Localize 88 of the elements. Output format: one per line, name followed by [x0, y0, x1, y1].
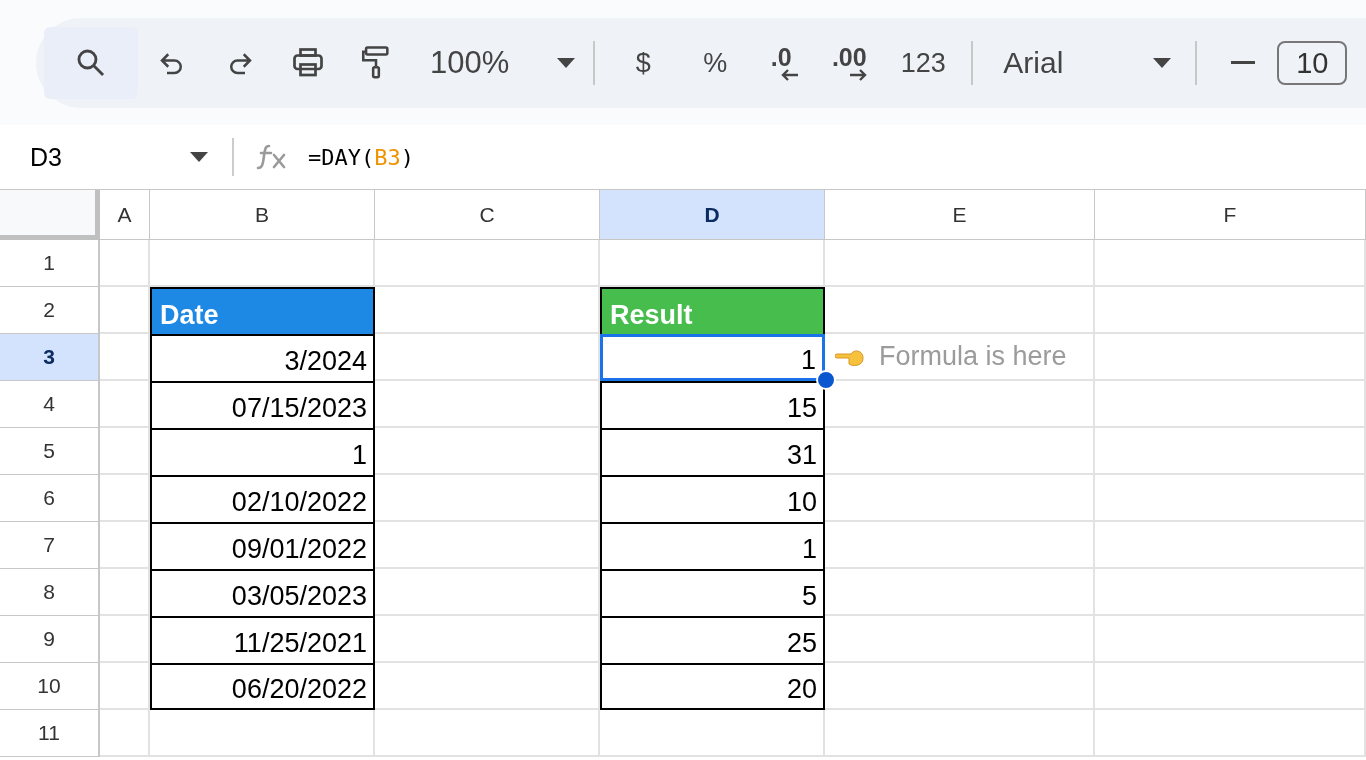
format-button[interactable]: %	[685, 33, 746, 93]
column-header[interactable]: C	[375, 190, 600, 240]
empty-cell[interactable]	[375, 710, 600, 757]
empty-cell[interactable]	[825, 616, 1095, 663]
table-cell[interactable]: 25	[600, 616, 825, 663]
table-cell[interactable]: 15	[600, 381, 825, 428]
empty-cell[interactable]	[1095, 381, 1366, 428]
empty-cell[interactable]	[375, 240, 600, 287]
table-cell[interactable]: 02/10/2022	[150, 475, 375, 522]
table-cell[interactable]: 5	[600, 569, 825, 616]
table-cell[interactable]: 06/20/2022	[150, 663, 375, 710]
empty-cell[interactable]	[600, 710, 825, 757]
empty-cell[interactable]	[1095, 334, 1366, 381]
empty-cell[interactable]	[1095, 522, 1366, 569]
empty-cell[interactable]	[375, 334, 600, 381]
left-arrow-icon	[780, 69, 801, 81]
empty-cell[interactable]	[375, 428, 600, 475]
empty-cell[interactable]	[375, 616, 600, 663]
empty-cell[interactable]	[1095, 240, 1366, 287]
row-header[interactable]: 8	[0, 569, 100, 616]
empty-cell[interactable]	[150, 710, 375, 757]
empty-cell[interactable]	[825, 475, 1095, 522]
empty-cell[interactable]	[1095, 428, 1366, 475]
empty-cell[interactable]	[825, 381, 1095, 428]
empty-cell[interactable]	[1095, 287, 1366, 334]
row-header[interactable]: 2	[0, 287, 100, 334]
font-dropdown[interactable]: Arial	[1003, 33, 1172, 93]
column-header[interactable]: D	[600, 190, 825, 240]
empty-cell[interactable]	[825, 569, 1095, 616]
row-header[interactable]: 4	[0, 381, 100, 428]
empty-cell[interactable]	[375, 522, 600, 569]
empty-cell[interactable]	[825, 522, 1095, 569]
table-cell[interactable]: 03/05/2023	[150, 569, 375, 616]
increase-decimal-button[interactable]: .00	[825, 33, 882, 93]
format-button[interactable]: 123	[893, 33, 954, 93]
empty-cell[interactable]	[825, 663, 1095, 710]
empty-cell[interactable]	[375, 475, 600, 522]
formula-field[interactable]: =DAY(B3)	[308, 144, 414, 170]
table-cell[interactable]: 09/01/2022	[150, 522, 375, 569]
table-cell[interactable]: 3/2024	[150, 334, 375, 381]
column-header[interactable]: E	[825, 190, 1095, 240]
table-cell[interactable]: 1	[150, 428, 375, 475]
row-header[interactable]: 11	[0, 710, 100, 757]
empty-cell[interactable]	[375, 381, 600, 428]
column-header[interactable]: F	[1095, 190, 1366, 240]
row-header[interactable]: 6	[0, 475, 100, 522]
empty-cell[interactable]	[375, 663, 600, 710]
column-header[interactable]: A	[100, 190, 150, 240]
row-header[interactable]: 3	[0, 334, 100, 381]
row-header[interactable]: 5	[0, 428, 100, 475]
table-cell[interactable]: 20	[600, 663, 825, 710]
table-cell[interactable]: 07/15/2023	[150, 381, 375, 428]
note-text: Formula is here	[879, 341, 1067, 372]
empty-cell[interactable]	[1095, 616, 1366, 663]
fill-handle[interactable]	[816, 370, 836, 390]
font-size-field[interactable]: 10	[1277, 41, 1348, 85]
table-cell[interactable]: 11/25/2021	[150, 616, 375, 663]
caret-icon	[190, 152, 208, 162]
row-header[interactable]: 10	[0, 663, 100, 710]
row-header[interactable]: 7	[0, 522, 100, 569]
function-icon	[256, 143, 288, 171]
zoom-dropdown[interactable]: 100%	[430, 33, 576, 93]
empty-cell[interactable]	[825, 428, 1095, 475]
table-header-cell: Result	[600, 287, 825, 334]
row-header[interactable]: 1	[0, 240, 100, 287]
table-header-cell: Date	[150, 287, 375, 334]
right-arrow-icon	[848, 69, 869, 81]
empty-cell[interactable]	[825, 240, 1095, 287]
empty-cell[interactable]	[825, 710, 1095, 757]
row-header[interactable]: 9	[0, 616, 100, 663]
minus-icon	[1231, 61, 1256, 65]
caret-icon	[557, 58, 576, 68]
caret-icon	[1153, 58, 1172, 68]
table-cell[interactable]: 1	[600, 522, 825, 569]
empty-cell[interactable]	[375, 569, 600, 616]
table-cell[interactable]: 31	[600, 428, 825, 475]
column-header[interactable]: B	[150, 190, 375, 240]
empty-cell[interactable]	[1095, 569, 1366, 616]
table-cell[interactable]: 1	[600, 334, 825, 381]
name-box[interactable]: D3	[0, 142, 208, 172]
empty-cell[interactable]	[1095, 475, 1366, 522]
empty-cell[interactable]	[1095, 663, 1366, 710]
search-button[interactable]	[44, 27, 138, 99]
select-all-corner[interactable]	[0, 190, 100, 240]
format-button[interactable]: $	[613, 33, 674, 93]
table-cell[interactable]: 10	[600, 475, 825, 522]
empty-cell[interactable]	[1095, 710, 1366, 757]
decrease-decimal-button[interactable]: .0	[757, 33, 814, 93]
